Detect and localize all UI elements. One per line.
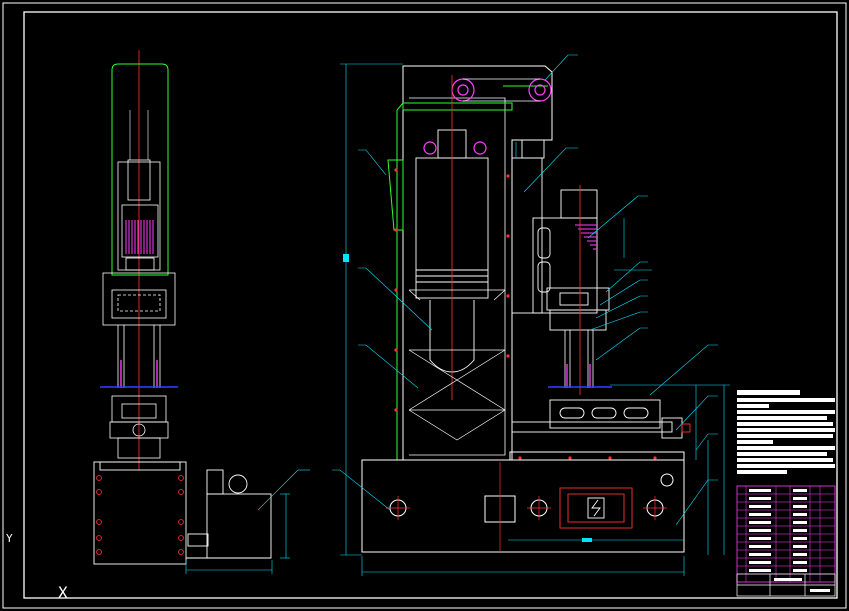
column-guards	[387, 85, 548, 460]
electrical-panel	[559, 487, 633, 529]
dimension-lines	[340, 63, 730, 576]
spindle-pins	[564, 330, 594, 388]
cad-drawing-canvas[interactable]	[0, 0, 849, 611]
column-housing	[402, 65, 553, 461]
side-motor-coil	[125, 220, 154, 254]
base-bolts	[518, 456, 657, 460]
bom-table	[736, 485, 836, 597]
top-pulleys	[423, 78, 552, 155]
drawing-frame	[2, 2, 847, 609]
leader-lines	[332, 54, 718, 526]
technical-notes	[737, 390, 835, 474]
side-base-bolts	[96, 475, 184, 555]
machine-base	[361, 451, 685, 553]
ucs-x-marker: X	[58, 583, 68, 602]
title-block	[736, 573, 836, 597]
spindle-motor-coil	[575, 224, 597, 250]
front-view	[361, 65, 691, 553]
ucs-y-axis-label: Y	[6, 532, 13, 545]
base-center-marks	[386, 462, 667, 552]
worktable	[511, 399, 691, 439]
side-view	[93, 50, 187, 565]
spindle-head	[511, 139, 610, 331]
spindle-pin-tips	[566, 364, 591, 388]
hydraulic-unit	[186, 469, 272, 559]
column-truss	[408, 289, 506, 441]
side-base	[93, 461, 187, 565]
